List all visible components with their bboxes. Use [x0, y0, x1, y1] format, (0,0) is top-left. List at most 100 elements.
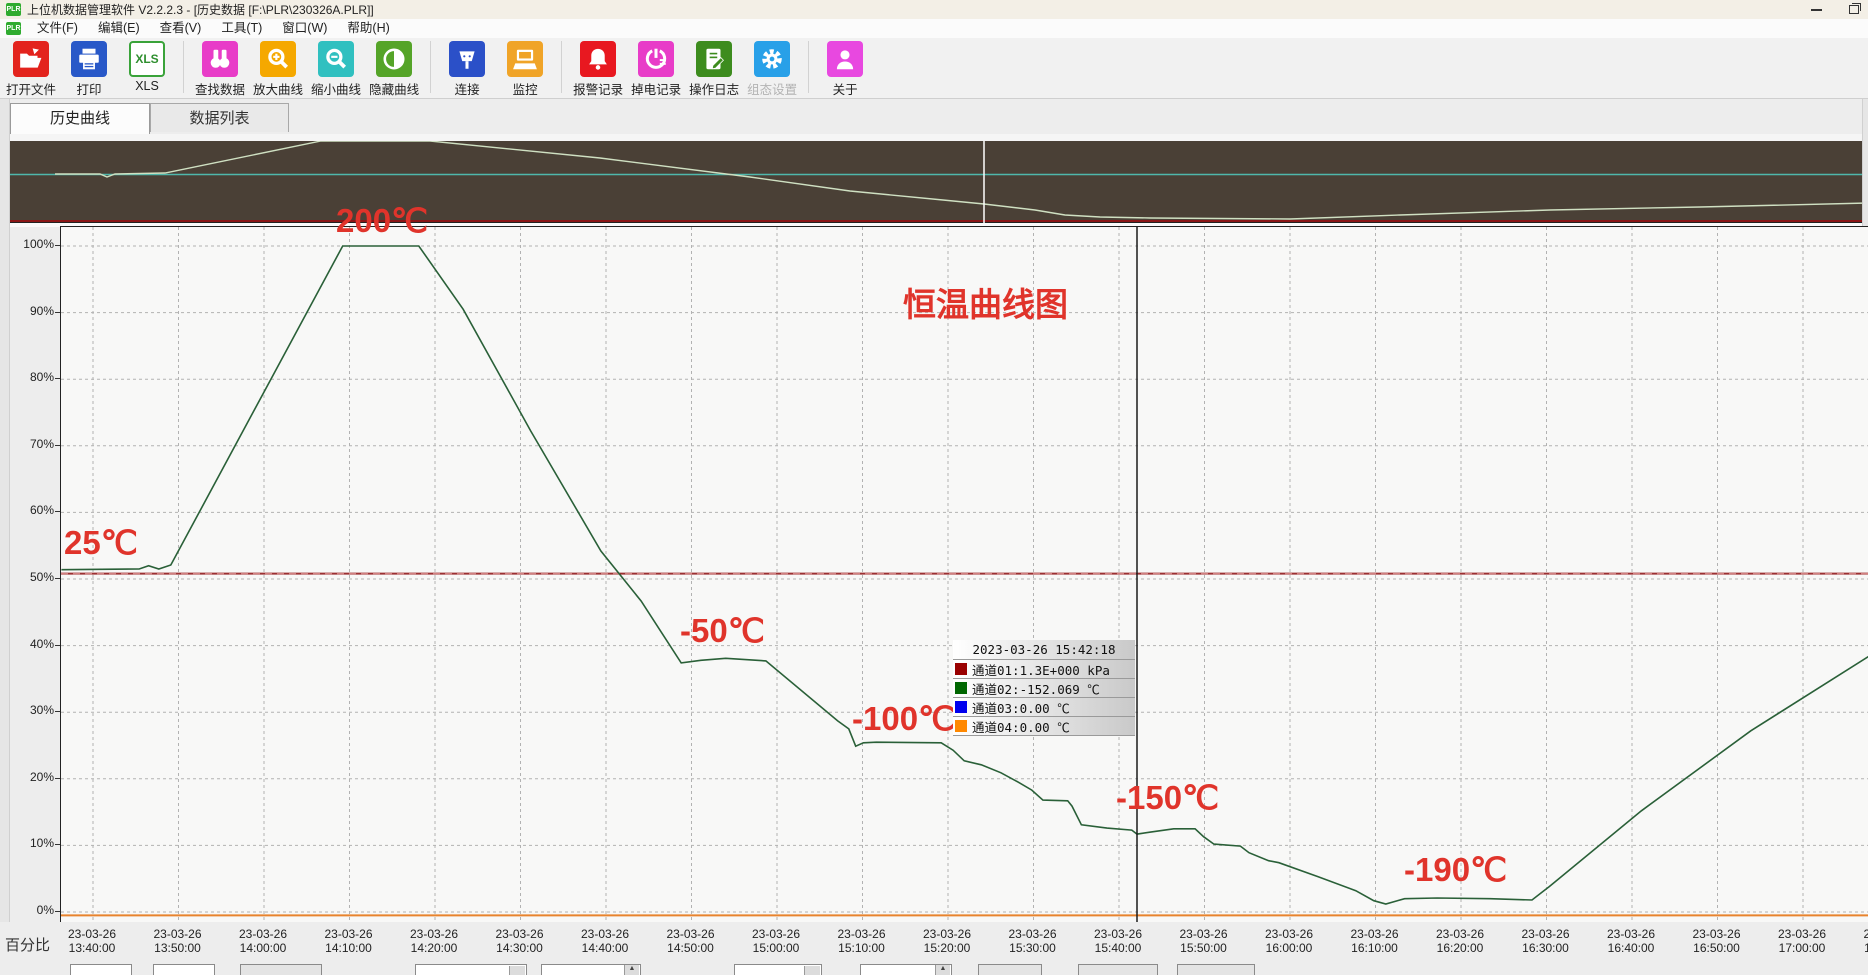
x-axis-label-time: 14:10:00 [309, 941, 389, 955]
bottom-control-2[interactable] [153, 964, 215, 975]
bottom-control-4[interactable] [415, 964, 527, 975]
menu-item-5[interactable]: 窗口(W) [272, 19, 337, 38]
toolbar-button-zoom-out-curve[interactable]: 缩小曲线 [307, 38, 365, 98]
toolbar-button-monitor[interactable]: 监控 [496, 38, 554, 98]
zoom-in-curve-icon [260, 41, 296, 77]
menu-items: 文件(F)编辑(E)查看(V)工具(T)窗口(W)帮助(H) [27, 19, 400, 38]
toolbar-button-about[interactable]: 关于 [816, 38, 874, 98]
overview-navigator[interactable] [10, 141, 1868, 223]
x-axis-label: 23-03-2616:00:00 [1249, 927, 1329, 955]
x-axis-label: 23-03-2615:40:00 [1078, 927, 1158, 955]
y-axis-label: 0% [14, 903, 54, 917]
main-chart-plot[interactable] [60, 226, 1868, 924]
y-axis-label: 80% [14, 370, 54, 384]
toolbar-button-config-settings[interactable]: 组态设置 [743, 38, 801, 98]
toolbar-separator [561, 41, 562, 93]
x-axis-label: 23-03-2616:30:00 [1506, 927, 1586, 955]
toolbar-button-label: 放大曲线 [253, 79, 303, 98]
tooltip-row-2: 通道02:-152.069 ℃ [953, 679, 1135, 698]
y-axis-tick [55, 511, 60, 512]
y-axis-label: 90% [14, 304, 54, 318]
menu-item-1[interactable]: 文件(F) [27, 19, 88, 38]
x-axis-label-date: 23-03-26 [1078, 927, 1158, 941]
menu-item-6[interactable]: 帮助(H) [337, 19, 399, 38]
toolbar-button-hide-curve[interactable]: 隐藏曲线 [365, 38, 423, 98]
x-axis-label-date: 23-03-26 [1677, 927, 1757, 941]
x-axis-label-time: 14:40:00 [565, 941, 645, 955]
toolbar-button-open-file[interactable]: 打开文件 [2, 38, 60, 98]
x-axis-label-time: 16:00:00 [1249, 941, 1329, 955]
app-window: PLR 上位机数据管理软件 V2.2.2.3 - [历史数据 [F:\PLR\2… [0, 0, 1868, 975]
toolbar-button-xls[interactable]: XLSXLS [118, 38, 176, 93]
toolbar-button-label: 隐藏曲线 [369, 79, 419, 98]
bottom-control-7[interactable] [860, 964, 952, 975]
tab-data-list[interactable]: 数据列表 [150, 103, 289, 132]
x-axis-label-time: 15:50:00 [1164, 941, 1244, 955]
toolbar-button-power-loss-record[interactable]: 掉电记录 [627, 38, 685, 98]
alarm-record-icon [580, 41, 616, 77]
minimize-button[interactable] [1808, 3, 1824, 17]
y-axis-tick [55, 445, 60, 446]
toolbar-separator [808, 41, 809, 93]
x-axis-label: 23-03-2614:20:00 [394, 927, 474, 955]
x-axis-label-date: 23-03-26 [1420, 927, 1500, 941]
x-axis-label-time: 17:10:00 [1848, 941, 1868, 955]
bottom-control-3[interactable] [240, 964, 322, 975]
y-axis-title: 百分比 [5, 934, 50, 955]
tab-history-curve[interactable]: 历史曲线 [10, 103, 150, 134]
x-axis-label-date: 23-03-26 [480, 927, 560, 941]
tooltip-row-3: 通道03:0.00 ℃ [953, 698, 1135, 717]
overview-chart[interactable] [10, 141, 1868, 223]
toolbar-button-connect[interactable]: 连接 [438, 38, 496, 98]
x-axis-label-date: 23-03-26 [1848, 927, 1868, 941]
bottom-control-9[interactable] [1078, 964, 1158, 975]
x-axis-label-date: 23-03-26 [1335, 927, 1415, 941]
y-axis-label: 10% [14, 836, 54, 850]
x-axis-label: 23-03-2617:00:00 [1762, 927, 1842, 955]
toolbar-button-label: 打印 [77, 79, 102, 98]
y-axis-label: 100% [14, 237, 54, 251]
x-axis-label: 23-03-2613:40:00 [52, 927, 132, 955]
overview-top-gap [10, 134, 1868, 141]
toolbar-button-zoom-in-curve[interactable]: 放大曲线 [249, 38, 307, 98]
title-bar: PLR 上位机数据管理软件 V2.2.2.3 - [历史数据 [F:\PLR\2… [0, 0, 1868, 19]
toolbar-button-search-data[interactable]: 查找数据 [191, 38, 249, 98]
restore-icon [1849, 5, 1859, 14]
bottom-control-8[interactable] [978, 964, 1042, 975]
bottom-control-6[interactable] [734, 964, 822, 975]
x-axis-label-date: 23-03-26 [309, 927, 389, 941]
toolbar-separator [183, 41, 184, 93]
toolbar-button-label: 关于 [833, 79, 858, 98]
toolbar-button-label: 查找数据 [195, 79, 245, 98]
toolbar-button-label: 组态设置 [747, 79, 797, 98]
restore-button[interactable] [1846, 3, 1862, 17]
x-axis-label-date: 23-03-26 [1506, 927, 1586, 941]
x-axis-label-time: 16:20:00 [1420, 941, 1500, 955]
tooltip-row-text: 通道01:1.3E+000 kPa [972, 660, 1110, 679]
chart-annotation-5: -100℃ [852, 702, 955, 737]
y-axis-label: 20% [14, 770, 54, 784]
bottom-control-5[interactable] [541, 964, 641, 975]
about-icon [827, 41, 863, 77]
x-axis-label-time: 13:50:00 [138, 941, 218, 955]
main-chart-svg[interactable] [61, 227, 1868, 923]
bottom-control-10[interactable] [1177, 964, 1255, 975]
x-axis-label-date: 23-03-26 [223, 927, 303, 941]
menu-item-3[interactable]: 查看(V) [150, 19, 212, 38]
menu-item-2[interactable]: 编辑(E) [88, 19, 150, 38]
bottom-control-1[interactable] [70, 964, 132, 975]
x-axis-label: 23-03-2616:20:00 [1420, 927, 1500, 955]
x-axis-label-time: 15:00:00 [736, 941, 816, 955]
y-axis-tick [55, 312, 60, 313]
child-window-icon[interactable]: PLR [6, 22, 21, 35]
toolbar-button-alarm-record[interactable]: 报警记录 [569, 38, 627, 98]
x-axis-label: 23-03-2616:10:00 [1335, 927, 1415, 955]
menu-item-4[interactable]: 工具(T) [211, 19, 272, 38]
y-axis-label: 50% [14, 570, 54, 584]
x-axis-label-time: 16:50:00 [1677, 941, 1757, 955]
y-axis-tick [55, 844, 60, 845]
toolbar-button-operation-log[interactable]: 操作日志 [685, 38, 743, 98]
zoom-out-curve-icon [318, 41, 354, 77]
x-axis-label-time: 14:00:00 [223, 941, 303, 955]
toolbar-button-print[interactable]: 打印 [60, 38, 118, 98]
